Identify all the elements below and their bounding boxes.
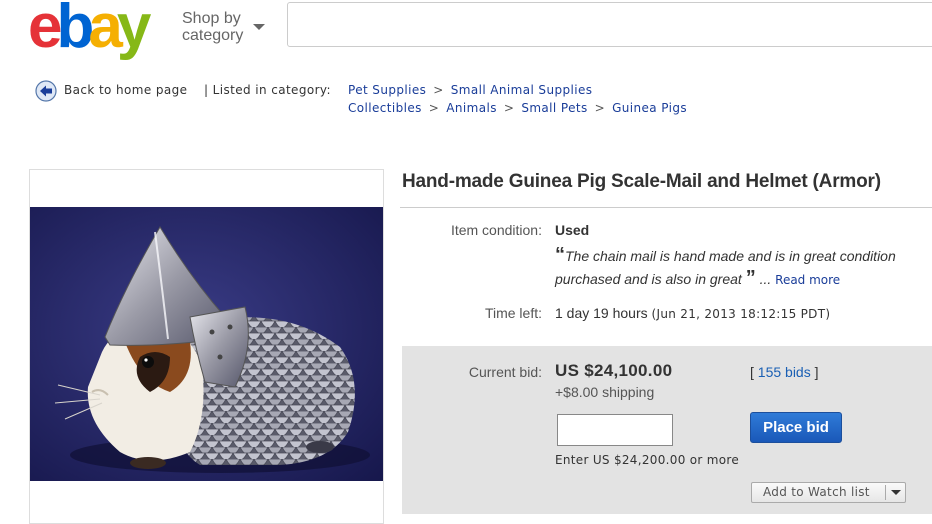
description-ellipsis: ... <box>759 271 772 287</box>
logo-letter-a: a <box>88 0 123 61</box>
time-left-value: 1 day 19 hours (Jun 21, 2013 18:12:15 PD… <box>555 305 830 321</box>
category-path-secondary: Collectibles > Animals > Small Pets > Guinea P… <box>348 101 687 115</box>
item-title: Hand-made Guinea Pig Scale-Mail and Helm… <box>402 171 881 192</box>
breadcrumb-link-animals[interactable]: Animals <box>446 101 497 115</box>
breadcrumb-separator: > <box>428 101 440 115</box>
breadcrumb-separator: > <box>433 83 444 97</box>
watch-list-divider <box>885 485 886 500</box>
time-left-label: Time left: <box>484 305 542 321</box>
item-description-snippet: “The chain mail is hand made and is in g… <box>555 244 932 291</box>
shop-by-category-button[interactable]: Shop by category <box>182 10 243 44</box>
item-photo[interactable] <box>30 207 383 481</box>
back-arrow-icon[interactable] <box>35 80 57 102</box>
category-path-primary: Pet Supplies > Small Animal Supplies <box>348 83 592 97</box>
search-input[interactable] <box>287 2 932 47</box>
listed-in-category-label: | Listed in category: <box>204 83 332 97</box>
time-left-duration: 1 day 19 hours <box>555 305 648 321</box>
description-line-2: purchased and is also in great <box>555 271 742 287</box>
back-to-home-link[interactable]: Back to home page <box>64 83 187 97</box>
description-line-1: The chain mail is hand made and is in gr… <box>565 248 896 264</box>
shop-by-label: Shop by <box>182 10 241 27</box>
bid-count-open-bracket: [ <box>750 364 754 380</box>
logo-letter-y: y <box>116 0 152 61</box>
breadcrumb-separator: > <box>594 101 606 115</box>
breadcrumb-separator: > <box>503 101 515 115</box>
bid-count-close-bracket: ] <box>814 364 819 380</box>
open-quote-icon: “ <box>555 244 565 266</box>
add-to-watch-list-button[interactable]: Add to Watch list <box>751 482 906 503</box>
logo-letter-b: b <box>56 0 94 61</box>
end-date: (Jun 21, 2013 18:12:15 PDT) <box>651 307 831 321</box>
breadcrumb-link-small-pets[interactable]: Small Pets <box>521 101 587 115</box>
read-more-link[interactable]: Read more <box>775 273 840 287</box>
ebay-logo[interactable]: ebay <box>28 0 152 61</box>
shipping-cost: +$8.00 shipping <box>555 384 655 400</box>
item-condition-value: Used <box>555 222 590 238</box>
category-label: category <box>182 27 244 44</box>
caret-down-icon[interactable] <box>253 24 265 30</box>
breadcrumb-link-pet-supplies[interactable]: Pet Supplies <box>348 83 426 97</box>
current-bid-value: US $24,100.00 <box>555 361 673 380</box>
place-bid-button[interactable]: Place bid <box>750 412 842 443</box>
caret-down-icon[interactable] <box>891 490 901 495</box>
title-divider <box>400 207 932 208</box>
breadcrumb-link-collectibles[interactable]: Collectibles <box>348 101 422 115</box>
minimum-bid-hint: Enter US $24,200.00 or more <box>555 453 740 467</box>
close-quote-icon: ” <box>745 267 756 289</box>
breadcrumb-link-guinea-pigs[interactable]: Guinea Pigs <box>612 101 687 115</box>
bid-amount-input[interactable] <box>557 414 673 446</box>
bid-history-link[interactable]: 155 bids <box>758 364 811 380</box>
item-condition-label: Item condition: <box>450 222 542 238</box>
logo-letter-e: e <box>28 0 63 61</box>
breadcrumb-link-small-animal-supplies[interactable]: Small Animal Supplies <box>451 83 593 97</box>
current-bid-label: Current bid: <box>468 364 542 380</box>
watch-list-label: Add to Watch list <box>763 485 870 499</box>
bid-count: [ 155 bids ] <box>750 364 819 380</box>
